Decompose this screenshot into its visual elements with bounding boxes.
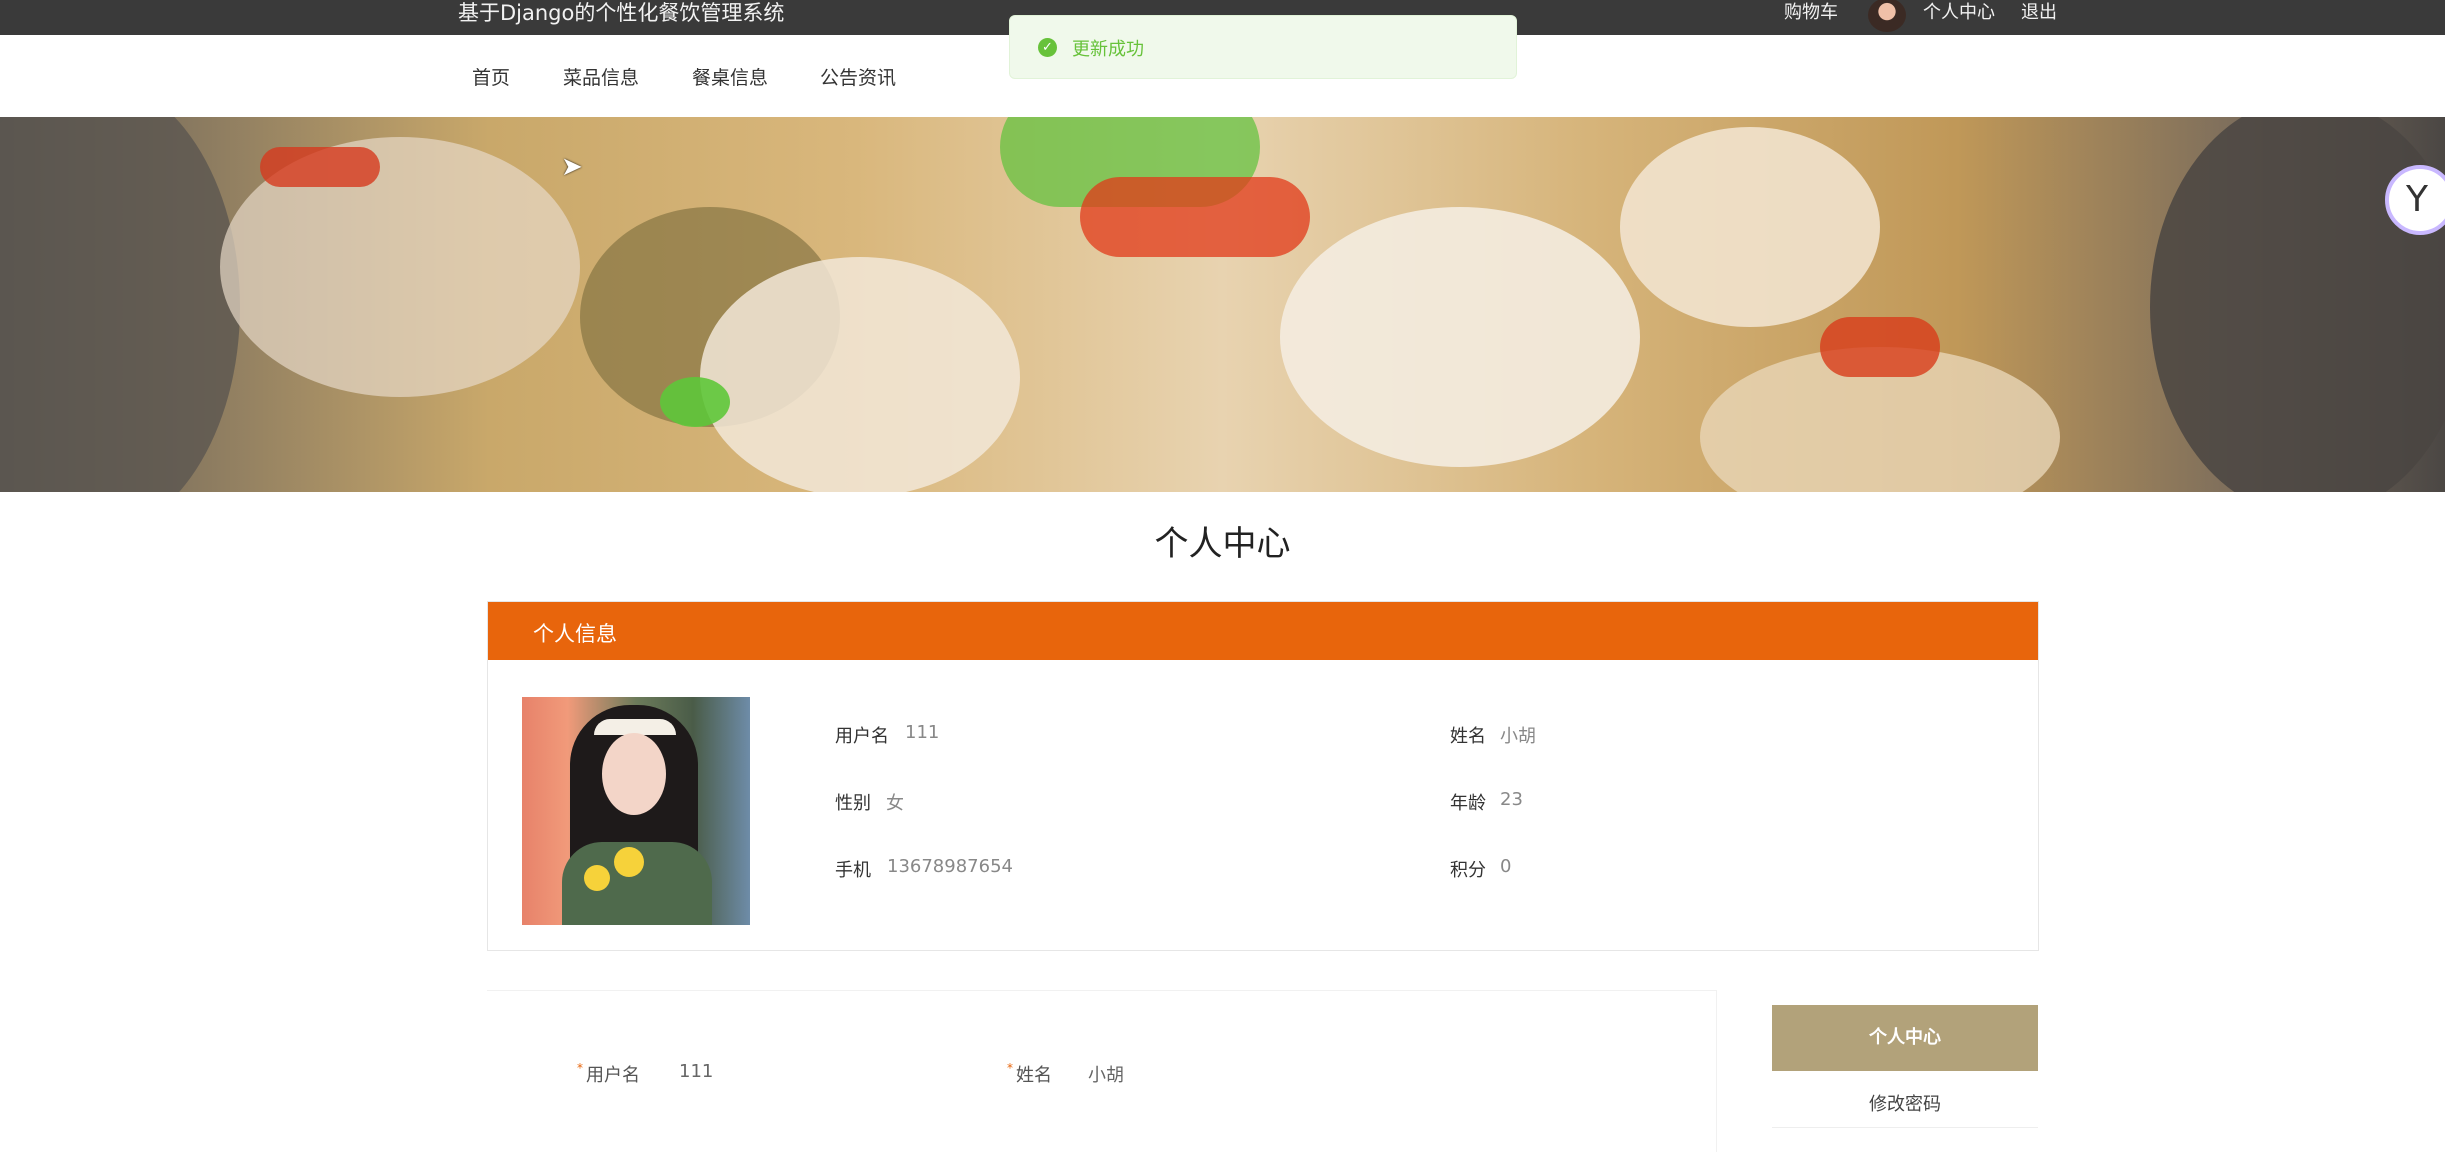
gender-value: 女 [886,793,904,814]
name-label: 姓名 [1450,726,1486,747]
name-value: 小胡 [1500,726,1536,747]
toast-message: 更新成功 [1072,39,1144,60]
profile-edit-form: * 用户名 111 * 姓名 小胡 [487,990,1717,1152]
page-title: 个人中心 [1154,524,1291,564]
form-name-label: * 姓名 [1007,1061,1052,1087]
card-header: 个人信息 [488,602,2038,660]
side-menu-profile[interactable]: 个人中心 [1772,1005,2038,1071]
profile-photo [522,697,750,925]
age-label: 年龄 [1450,793,1486,814]
photo-flower [614,847,644,877]
success-toast: ✓ 更新成功 [1009,15,1517,79]
profile-link[interactable]: 个人中心 [1923,0,1995,26]
username-label: 用户名 [835,726,889,747]
check-circle-icon: ✓ [1038,38,1057,57]
mouse-cursor-icon: ➤ [561,152,583,182]
username-value: 111 [905,722,940,743]
age-value: 23 [1500,789,1523,810]
avatar[interactable] [1868,0,1906,32]
photo-flower [584,865,610,891]
personal-info-card: 个人信息 用户名 111 姓名 小胡 性别 女 年龄 23 手机 1367898… [487,601,2039,951]
points-label: 积分 [1450,860,1486,881]
site-title: 基于Django的个性化餐饮管理系统 [458,1,785,25]
logout-link[interactable]: 退出 [2021,0,2057,26]
side-menu-change-password[interactable]: 修改密码 [1772,1083,2038,1128]
required-mark: * [1007,1061,1013,1075]
banner-carousel[interactable] [0,117,2445,492]
form-username-label: * 用户名 [577,1061,640,1087]
form-username-label-text: 用户名 [586,1065,640,1086]
required-mark: * [577,1061,583,1075]
gender-label: 性别 [835,793,871,814]
phone-label: 手机 [835,860,871,881]
photo-face [602,733,666,815]
form-name-label-text: 姓名 [1016,1065,1052,1086]
username-input[interactable]: 111 [679,1061,713,1082]
nav-item-home[interactable]: 首页 [472,63,510,90]
assistant-icon: Y [2406,179,2428,220]
points-value: 0 [1500,856,1512,877]
cart-link[interactable]: 购物车 [1784,0,1838,26]
nav-item-tables[interactable]: 餐桌信息 [692,63,768,90]
name-input[interactable]: 小胡 [1088,1061,1124,1087]
phone-value: 13678987654 [887,856,1013,877]
nav-item-news[interactable]: 公告资讯 [820,63,896,90]
nav-item-dishes[interactable]: 菜品信息 [563,63,639,90]
card-title: 个人信息 [533,622,617,646]
